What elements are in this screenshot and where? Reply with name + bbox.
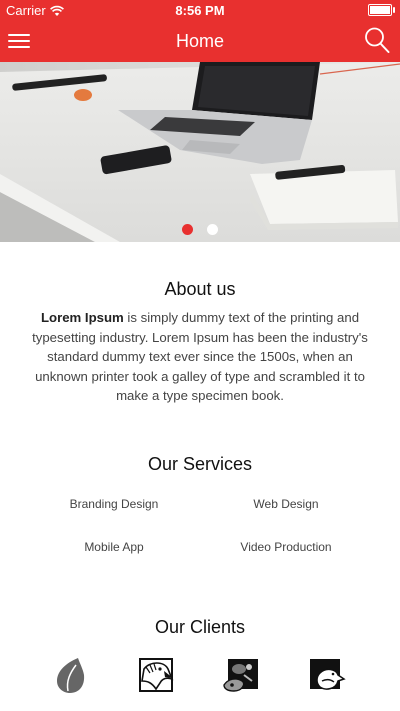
eagle-logo-icon[interactable] xyxy=(136,655,176,695)
top-bar: Carrier 8:56 PM Home xyxy=(0,0,400,62)
service-branding-design[interactable]: Branding Design xyxy=(24,497,204,511)
service-web-design[interactable]: Web Design xyxy=(196,497,376,511)
about-lead: Lorem Ipsum xyxy=(40,310,124,325)
about-title: About us xyxy=(164,279,236,299)
service-mobile-app[interactable]: Mobile App xyxy=(24,540,204,554)
clients-title: Our Clients xyxy=(154,617,246,637)
status-bar: Carrier 8:56 PM xyxy=(0,0,400,22)
page-title: Home xyxy=(175,31,224,51)
status-time: 8:56 PM xyxy=(175,3,225,18)
battery-fill xyxy=(370,6,390,14)
search-icon[interactable] xyxy=(364,26,390,54)
slide-dot-2[interactable] xyxy=(207,224,218,235)
nav-bar: Home xyxy=(0,22,400,62)
dog-logo-icon[interactable] xyxy=(222,655,262,695)
bird-logo-icon[interactable] xyxy=(306,655,346,695)
drop-logo-icon[interactable] xyxy=(52,655,92,695)
about-text: Lorem Ipsum is simply dummy text of the … xyxy=(26,308,374,406)
slider-pagination xyxy=(0,224,400,235)
slide-dot-1[interactable] xyxy=(182,224,193,235)
hero-image xyxy=(0,62,400,242)
hero-slider[interactable] xyxy=(0,62,400,242)
services-title: Our Services xyxy=(147,454,253,474)
battery-icon xyxy=(368,4,395,16)
service-video-production[interactable]: Video Production xyxy=(196,540,376,554)
home-screen: Carrier 8:56 PM Home About us Lorem Ipsu… xyxy=(0,0,400,711)
